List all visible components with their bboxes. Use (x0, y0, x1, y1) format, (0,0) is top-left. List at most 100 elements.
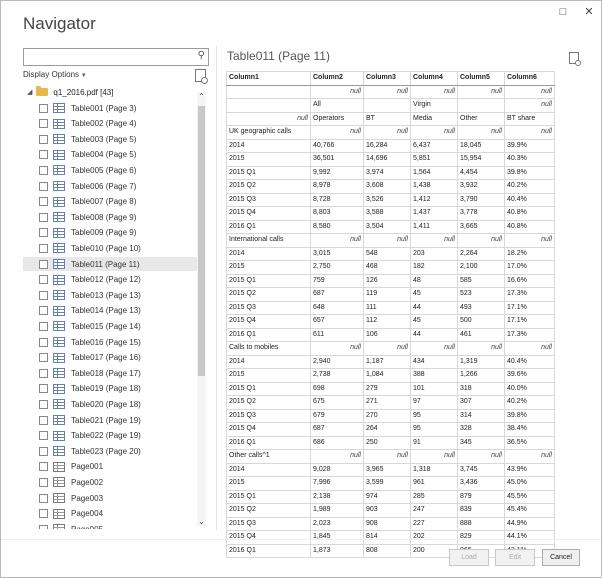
tree-item[interactable]: Table016 (Page 15) (23, 335, 201, 349)
column-header[interactable]: Column1 (226, 71, 311, 86)
item-checkbox[interactable] (39, 275, 48, 285)
column-header[interactable]: Column5 (457, 71, 505, 86)
item-checkbox[interactable] (39, 212, 48, 222)
item-checkbox[interactable] (39, 353, 48, 363)
maximize-icon[interactable]: □ (557, 5, 569, 19)
tree-item[interactable]: Page004 (23, 507, 201, 521)
tree-root-file[interactable]: ◢ q1_2016.pdf [43] (27, 85, 113, 99)
scroll-up-icon[interactable]: ⌃ (197, 92, 206, 101)
item-checkbox[interactable] (39, 477, 48, 487)
tree-item[interactable]: Table014 (Page 13) (23, 304, 201, 318)
table-cell: Virgin (410, 98, 458, 113)
table-row: 2015 7,996 3,599 961 3,436 45.0% (226, 476, 555, 491)
column-header[interactable]: Column2 (310, 71, 364, 86)
tree-item[interactable]: Page003 (23, 491, 201, 505)
tree-item[interactable]: Table009 (Page 9) (23, 226, 201, 240)
tree-item[interactable]: Table003 (Page 5) (23, 132, 201, 146)
scrollbar-thumb[interactable] (198, 106, 205, 376)
table-cell: 2016 Q1 (226, 543, 311, 558)
item-checkbox[interactable] (39, 462, 48, 472)
tree-item[interactable]: Table019 (Page 18) (23, 382, 201, 396)
footer-divider (1, 539, 601, 540)
item-checkbox[interactable] (39, 228, 48, 238)
item-checkbox[interactable] (39, 321, 48, 331)
item-checkbox[interactable] (39, 399, 48, 409)
tree-item[interactable]: Table011 (Page 11) (23, 257, 201, 271)
tree-item[interactable]: Table012 (Page 12) (23, 273, 201, 287)
tree-item[interactable]: Table021 (Page 19) (23, 413, 201, 427)
tree-item[interactable]: Table022 (Page 19) (23, 429, 201, 443)
column-header[interactable]: Column3 (363, 71, 411, 86)
close-icon[interactable]: ✕ (583, 5, 595, 19)
item-checkbox[interactable] (39, 243, 48, 253)
item-checkbox[interactable] (39, 119, 48, 129)
item-checkbox[interactable] (39, 181, 48, 191)
item-checkbox[interactable] (39, 134, 48, 144)
edit-button[interactable]: Edit (495, 549, 535, 566)
tree-item[interactable]: Table004 (Page 5) (23, 148, 201, 162)
item-checkbox[interactable] (39, 368, 48, 378)
table-cell: 43.9% (504, 462, 555, 477)
item-checkbox[interactable] (39, 103, 48, 113)
tree-item[interactable]: Table001 (Page 3) (23, 101, 201, 115)
tree-item[interactable]: Table013 (Page 13) (23, 288, 201, 302)
table-icon (53, 103, 65, 113)
item-checkbox[interactable] (39, 446, 48, 456)
table-cell: International calls (226, 233, 311, 248)
item-checkbox[interactable] (39, 306, 48, 316)
table-cell: null (457, 233, 505, 248)
column-header[interactable]: Column4 (410, 71, 458, 86)
tree-item[interactable]: Table017 (Page 16) (23, 351, 201, 365)
cancel-button[interactable]: Cancel (542, 549, 580, 566)
preview-options-icon[interactable] (569, 52, 581, 66)
item-checkbox[interactable] (39, 524, 48, 529)
tree-item-label: Table015 (Page 14) (71, 321, 141, 331)
search-icon[interactable]: ⚲ (198, 50, 205, 61)
tree-item[interactable]: Table006 (Page 7) (23, 179, 201, 193)
tree-item[interactable]: Table010 (Page 10) (23, 241, 201, 255)
column-header[interactable]: Column6 (504, 71, 555, 86)
tree-item[interactable]: Page001 (23, 460, 201, 474)
item-checkbox[interactable] (39, 337, 48, 347)
tree-item-label: Table011 (Page 11) (71, 259, 140, 269)
table-row: 2014 3,015 548 203 2,264 18.2% (226, 246, 555, 261)
tree-item[interactable]: Table008 (Page 9) (23, 210, 201, 224)
tree-scrollbar[interactable]: ⌃ ⌄ (197, 92, 206, 526)
tree-item-label: Page005 (71, 525, 103, 529)
table-cell: 1,438 (410, 179, 458, 194)
new-query-icon[interactable] (195, 69, 208, 84)
item-checkbox[interactable] (39, 150, 48, 160)
table-cell: 40.8% (504, 219, 555, 234)
table-cell: 2015 Q4 (226, 206, 311, 221)
tree-item[interactable]: Table007 (Page 8) (23, 195, 201, 209)
table-cell: Other calls^1 (226, 449, 311, 464)
item-checkbox[interactable] (39, 509, 48, 519)
tree-item[interactable]: Table002 (Page 4) (23, 117, 201, 131)
tree-item[interactable]: Table020 (Page 18) (23, 397, 201, 411)
table-cell: Calls to mobiles (226, 341, 311, 356)
table-cell: 1,084 (363, 368, 411, 383)
item-checkbox[interactable] (39, 290, 48, 300)
tree-item[interactable]: Table005 (Page 6) (23, 163, 201, 177)
tree-item[interactable]: Table018 (Page 17) (23, 366, 201, 380)
load-button[interactable]: Load (449, 549, 489, 566)
search-input[interactable]: ⚲ (23, 48, 209, 66)
tree-item[interactable]: Table023 (Page 20) (23, 444, 201, 458)
item-checkbox[interactable] (39, 415, 48, 425)
item-checkbox[interactable] (39, 259, 48, 269)
display-options-dropdown[interactable]: Display Options ▾ (23, 70, 86, 79)
item-checkbox[interactable] (39, 165, 48, 175)
item-checkbox[interactable] (39, 493, 48, 503)
item-checkbox[interactable] (39, 197, 48, 207)
collapse-triangle-icon[interactable]: ◢ (27, 88, 32, 96)
table-cell: 45 (410, 287, 458, 302)
item-checkbox[interactable] (39, 384, 48, 394)
table-cell: 9,992 (310, 165, 364, 180)
tree-item[interactable]: Page002 (23, 475, 201, 489)
tree-item[interactable]: Page005 (23, 522, 201, 529)
table-cell: 3,015 (310, 246, 364, 261)
scroll-down-icon[interactable]: ⌄ (197, 517, 206, 526)
tree-item[interactable]: Table015 (Page 14) (23, 319, 201, 333)
table-cell: 40.0% (504, 381, 555, 396)
item-checkbox[interactable] (39, 431, 48, 441)
